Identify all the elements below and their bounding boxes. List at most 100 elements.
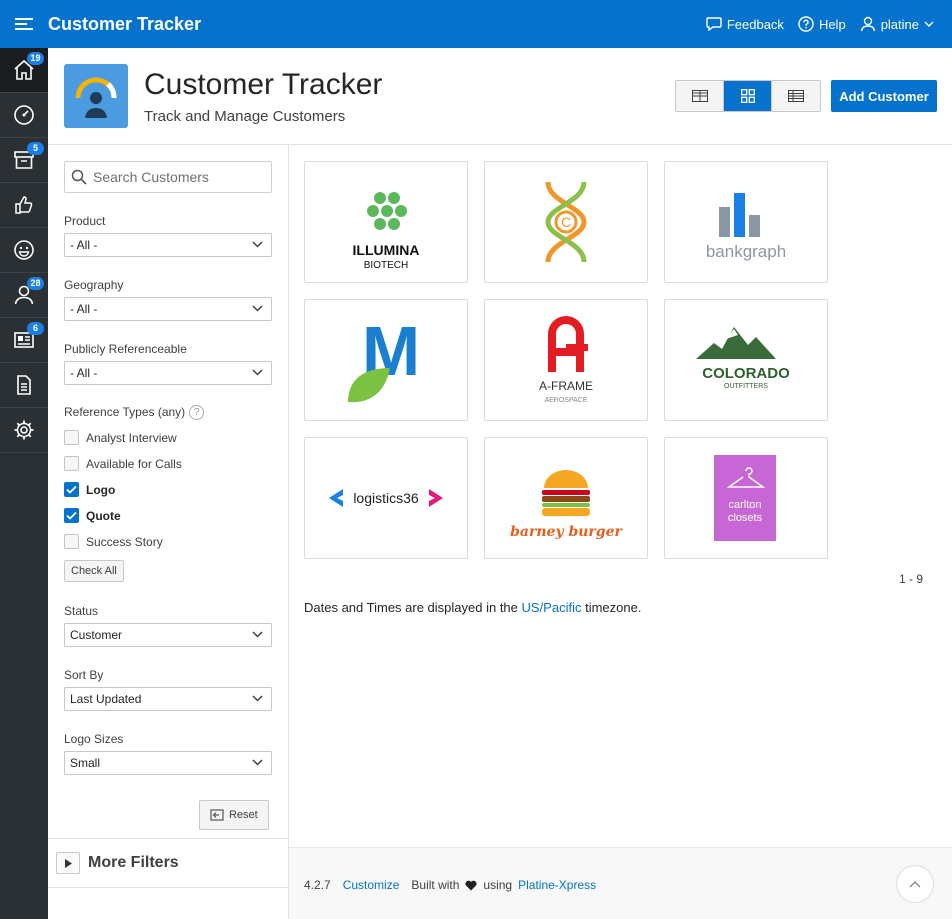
timezone-text-end: timezone. <box>581 600 642 615</box>
platform-link[interactable]: Platine-Xpress <box>518 878 596 892</box>
feedback-link[interactable]: Feedback <box>706 17 784 32</box>
publicly-referenceable-select[interactable]: - All - <box>64 361 272 385</box>
customer-card-m[interactable]: M <box>304 299 468 421</box>
status-select[interactable]: Customer <box>64 623 272 647</box>
dashboard-icon <box>14 105 34 125</box>
checkbox-logo[interactable]: Logo <box>64 482 115 497</box>
nav-badge: 19 <box>27 52 44 65</box>
nav-feedback[interactable] <box>0 228 48 273</box>
view-cards-button[interactable] <box>676 81 724 111</box>
nav-badge: 28 <box>27 277 44 290</box>
app-title[interactable]: Customer Tracker <box>48 14 201 35</box>
more-filters-toggle[interactable]: More Filters <box>48 838 288 888</box>
feedback-label: Feedback <box>726 16 784 32</box>
geography-select[interactable]: - All - <box>64 297 272 321</box>
menu-icon[interactable] <box>0 0 48 48</box>
page-title: Customer Tracker <box>144 68 383 101</box>
svg-text:carlton: carlton <box>728 499 761 511</box>
chevron-down-icon <box>252 305 263 312</box>
user-name: platine <box>880 16 919 32</box>
svg-text:ILLUMINA: ILLUMINA <box>353 242 420 258</box>
filter-panel: Search Customers Product - All - Geograp… <box>48 145 289 919</box>
nav-archive[interactable]: 5 <box>0 138 48 183</box>
a-frame-logo: A-FRAME AEROSPACE <box>539 316 593 404</box>
table-icon <box>788 90 804 102</box>
checkbox-success-story[interactable]: Success Story <box>64 534 163 549</box>
reset-button[interactable]: Reset <box>199 800 269 830</box>
user-menu[interactable]: platine <box>860 16 934 32</box>
svg-text:A-FRAME: A-FRAME <box>539 379 593 393</box>
timezone-text: Dates and Times are displayed in the <box>304 600 522 615</box>
customer-card-dna[interactable]: C <box>484 161 648 283</box>
top-bar: Customer Tracker Feedback Help platine <box>0 0 952 48</box>
customer-card-barney-burger[interactable]: barney burger <box>484 437 648 559</box>
document-icon <box>17 375 31 395</box>
view-toggle <box>675 80 821 112</box>
chevron-down-icon <box>924 21 934 27</box>
nav-badge: 6 <box>27 322 44 335</box>
reset-label: Reset <box>229 809 258 821</box>
help-icon <box>798 16 814 32</box>
product-select[interactable]: - All - <box>64 233 272 257</box>
view-tiles-button[interactable] <box>724 81 772 111</box>
nav-references[interactable] <box>0 183 48 228</box>
reset-icon <box>210 809 224 821</box>
checkbox-box[interactable] <box>64 508 79 523</box>
illumina-logo: ILLUMINA BIOTECH <box>353 192 420 271</box>
nav-settings[interactable] <box>0 408 48 453</box>
customer-card-logistics36[interactable]: logistics36 <box>304 437 468 559</box>
nav-news[interactable]: 6 <box>0 318 48 363</box>
barney-burger-logo: barney burger <box>510 470 623 540</box>
nav-contacts[interactable]: 28 <box>0 273 48 318</box>
page-subtitle: Track and Manage Customers <box>144 108 346 125</box>
sort-by-label: Sort By <box>64 668 104 682</box>
checkbox-box[interactable] <box>64 430 79 445</box>
svg-text:C: C <box>561 214 571 230</box>
checkbox-label: Success Story <box>86 534 163 549</box>
more-filters-label: More Filters <box>88 854 179 871</box>
tiles-icon <box>740 89 755 103</box>
svg-text:closets: closets <box>728 512 763 524</box>
app-logo <box>64 64 128 128</box>
colorado-logo: COLORADO OUTFITTERS <box>696 327 790 390</box>
grid-layout-icon <box>691 90 708 102</box>
checkbox-label: Analyst Interview <box>86 430 177 445</box>
help-link[interactable]: Help <box>798 16 846 32</box>
checkbox-quote[interactable]: Quote <box>64 508 121 523</box>
checkbox-available-for-calls[interactable]: Available for Calls <box>64 456 182 471</box>
customer-card-colorado[interactable]: COLORADO OUTFITTERS <box>664 299 828 421</box>
nav-dashboard[interactable] <box>0 93 48 138</box>
checkbox-box[interactable] <box>64 482 79 497</box>
customer-card-carlton-closets[interactable]: carlton closets <box>664 437 828 559</box>
nav-home[interactable]: 19 <box>0 48 48 93</box>
carlton-closets-logo: carlton closets <box>714 455 776 541</box>
nav-reports[interactable] <box>0 363 48 408</box>
logo-sizes-select[interactable]: Small <box>64 751 272 775</box>
customer-card-illumina[interactable]: ILLUMINA BIOTECH <box>304 161 468 283</box>
add-customer-button[interactable]: Add Customer <box>831 80 937 112</box>
checkbox-box[interactable] <box>64 534 79 549</box>
customer-card-a-frame[interactable]: A-FRAME AEROSPACE <box>484 299 648 421</box>
chevron-down-icon <box>252 631 263 638</box>
customize-link[interactable]: Customize <box>343 878 400 892</box>
search-icon <box>71 169 87 185</box>
expand-icon[interactable] <box>56 852 80 874</box>
search-input[interactable]: Search Customers <box>64 161 272 193</box>
help-icon[interactable]: ? <box>189 405 205 421</box>
publicly-referenceable-label: Publicly Referenceable <box>64 342 187 356</box>
product-value: - All - <box>70 238 98 252</box>
view-table-button[interactable] <box>772 81 820 111</box>
checkbox-box[interactable] <box>64 456 79 471</box>
sort-by-value: Last Updated <box>70 692 142 706</box>
customer-card-bankgraph[interactable]: bankgraph <box>664 161 828 283</box>
help-label: Help <box>818 16 846 32</box>
pagination-range: 1 - 9 <box>899 572 924 586</box>
timezone-link[interactable]: US/Pacific <box>522 600 582 615</box>
sort-by-select[interactable]: Last Updated <box>64 687 272 711</box>
scroll-top-button[interactable] <box>896 865 934 903</box>
checkbox-analyst-interview[interactable]: Analyst Interview <box>64 430 177 445</box>
timezone-note: Dates and Times are displayed in the US/… <box>304 600 641 615</box>
check-all-button[interactable]: Check All <box>64 560 124 582</box>
thumbs-up-icon <box>15 196 33 214</box>
svg-text:COLORADO: COLORADO <box>702 365 790 382</box>
